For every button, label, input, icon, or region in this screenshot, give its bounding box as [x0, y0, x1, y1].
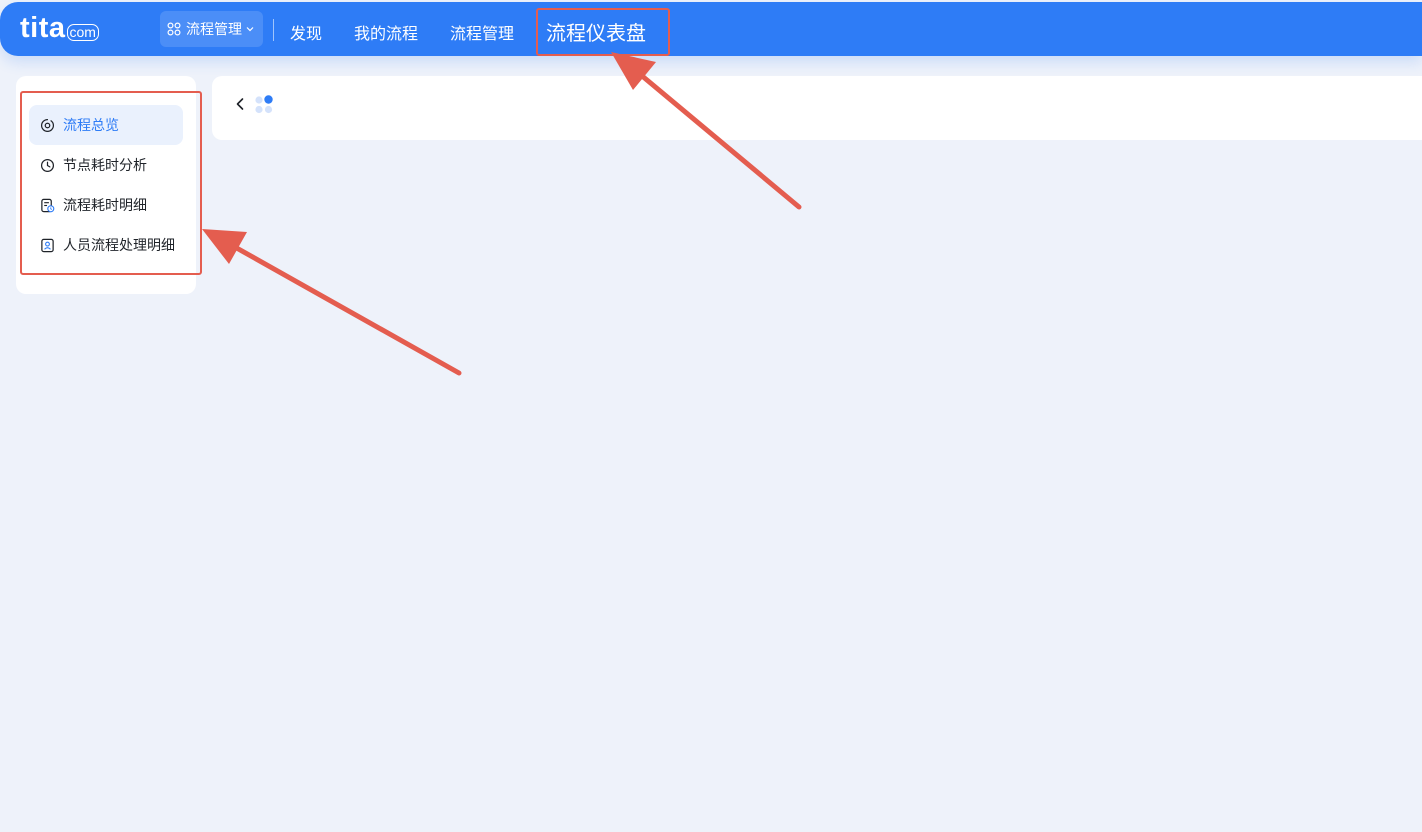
person-card-icon — [41, 238, 54, 252]
document-clock-icon — [41, 198, 55, 212]
top-nav-bar: tita com 流程管理 发现 我的流程 流程管理 流程仪表盘 — [0, 2, 1422, 56]
nav-process-dashboard[interactable]: 流程仪表盘 — [546, 17, 646, 46]
apps-grid-icon — [167, 22, 181, 36]
sidebar-item-process-overview[interactable]: 流程总览 — [29, 105, 183, 145]
clock-icon — [40, 158, 55, 172]
nav-discover[interactable]: 发现 — [290, 20, 322, 44]
tita-logo[interactable]: tita com — [20, 12, 99, 45]
logo-suffix: com — [66, 24, 99, 41]
nav-my-processes[interactable]: 我的流程 — [354, 20, 418, 44]
nav-divider — [273, 19, 274, 41]
overview-icon — [40, 118, 55, 132]
sidebar-item-label: 节点耗时分析 — [63, 158, 147, 174]
chevron-down-icon — [246, 27, 254, 32]
sidebar-item-personnel-process-detail[interactable]: 人员流程处理明细 — [29, 225, 183, 265]
arrow-to-sidebar-menu — [202, 229, 462, 376]
sidebar-item-node-time-analysis[interactable]: 节点耗时分析 — [29, 145, 183, 185]
sidebar-item-process-time-detail[interactable]: 流程耗时明细 — [29, 185, 183, 225]
sidebar-item-label: 人员流程处理明细 — [63, 238, 175, 254]
logo-text: tita — [20, 12, 66, 44]
module-switcher[interactable]: 流程管理 — [160, 11, 263, 47]
loading-icon — [255, 95, 273, 114]
nav-process-management[interactable]: 流程管理 — [450, 20, 514, 44]
sidebar-item-label: 流程耗时明细 — [63, 198, 147, 214]
content-header-card — [212, 76, 1422, 140]
sidebar-item-label: 流程总览 — [63, 118, 119, 134]
back-arrow-icon[interactable] — [232, 96, 248, 112]
module-switcher-label: 流程管理 — [186, 22, 242, 38]
sidebar: 流程总览 节点耗时分析 流程耗时明细 人员流程处理明细 — [16, 76, 196, 294]
